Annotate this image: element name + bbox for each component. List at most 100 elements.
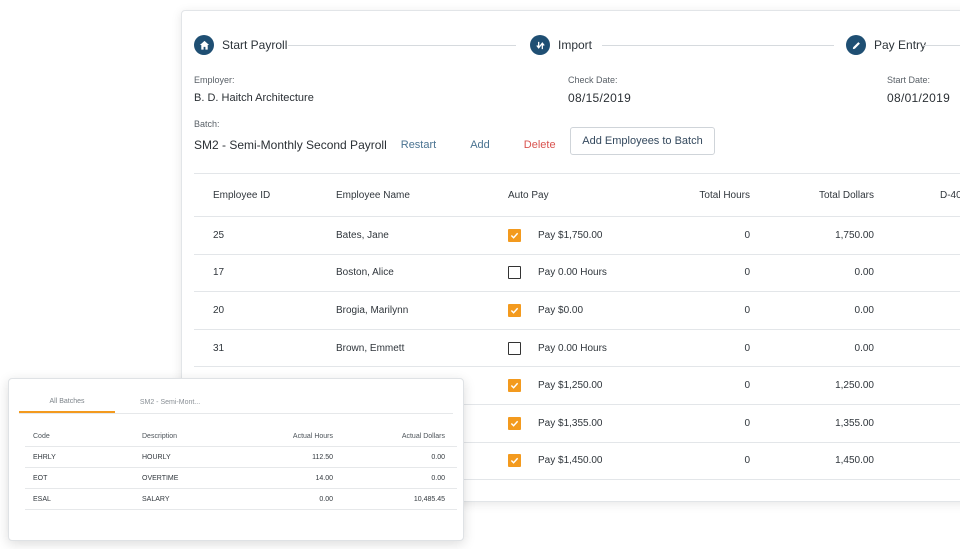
summary-tabs: All Batches SM2 - Semi-Mont... — [19, 391, 225, 413]
check-date-label: Check Date: — [568, 75, 618, 85]
check-icon — [510, 307, 519, 314]
auto-pay-checkbox[interactable] — [508, 416, 521, 430]
auto-pay-cell: Pay $1,355.00 — [508, 405, 603, 442]
delete-link[interactable]: Delete — [524, 139, 556, 151]
auto-pay-checkbox[interactable] — [508, 379, 521, 393]
auto-pay-cell: Pay $1,250.00 — [508, 367, 603, 404]
total-hours: 0 — [744, 304, 750, 316]
total-hours: 0 — [744, 417, 750, 429]
stepper-divider — [288, 45, 516, 46]
check-date-value: 08/15/2019 — [568, 91, 632, 105]
header-d40[interactable]: D-40 — [940, 174, 960, 216]
code-cell: EOT — [33, 474, 48, 482]
auto-pay-cell: Pay $1,750.00 — [508, 217, 603, 254]
step-label: Import — [558, 38, 593, 52]
batch-label: Batch: — [194, 119, 220, 129]
step-label: Pay Entry — [874, 38, 927, 52]
auto-pay-checkbox[interactable] — [508, 303, 521, 317]
tab-sm2[interactable]: SM2 - Semi-Mont... — [115, 391, 225, 413]
auto-pay-text: Pay $1,355.00 — [538, 417, 603, 429]
add-link[interactable]: Add — [470, 139, 490, 151]
code-cell: ESAL — [33, 495, 51, 503]
employee-id: 20 — [213, 304, 225, 316]
total-hours: 0 — [744, 342, 750, 354]
auto-pay-checkbox[interactable] — [508, 228, 521, 242]
header-description[interactable]: Description — [142, 426, 177, 446]
total-dollars: 1,450.00 — [835, 455, 874, 467]
add-employees-button[interactable]: Add Employees to Batch — [570, 127, 715, 155]
check-icon — [510, 458, 519, 465]
auto-pay-text: Pay $1,250.00 — [538, 380, 603, 392]
actual-hours-cell: 0.00 — [319, 495, 333, 503]
auto-pay-checkbox[interactable] — [508, 266, 521, 280]
employee-name: Boston, Alice — [336, 267, 394, 279]
auto-pay-cell: Pay $0.00 — [508, 292, 583, 329]
auto-pay-text: Pay $0.00 — [538, 304, 584, 316]
step-pay-entry[interactable]: Pay Entry — [846, 35, 926, 55]
header-total-dollars[interactable]: Total Dollars — [794, 174, 874, 216]
total-hours: 0 — [744, 229, 750, 241]
summary-header: Code Description Actual Hours Actual Dol… — [25, 426, 457, 447]
auto-pay-checkbox[interactable] — [508, 454, 521, 468]
employee-id: 31 — [213, 342, 225, 354]
table-row[interactable]: 20 Brogia, Marilynn Pay $0.00 0 0.00 — [194, 292, 960, 330]
employee-name: Brown, Emmett — [336, 342, 405, 354]
summary-row[interactable]: EOT OVERTIME 14.00 0.00 — [25, 468, 457, 489]
check-icon — [510, 420, 519, 427]
header-actual-hours[interactable]: Actual Hours — [265, 426, 333, 446]
summary-row[interactable]: ESAL SALARY 0.00 10,485.45 — [25, 489, 457, 510]
summary-row[interactable]: EHRLY HOURLY 112.50 0.00 — [25, 447, 457, 468]
auto-pay-cell: Pay 0.00 Hours — [508, 255, 607, 292]
total-dollars: 0.00 — [854, 342, 874, 354]
tabs-divider — [19, 413, 453, 414]
table-row[interactable]: 25 Bates, Jane Pay $1,750.00 0 1,750.00 — [194, 217, 960, 255]
start-date-label: Start Date: — [887, 75, 931, 85]
header-employee-name[interactable]: Employee Name — [336, 174, 410, 216]
actual-hours-cell: 112.50 — [312, 453, 333, 461]
table-row[interactable]: 17 Boston, Alice Pay 0.00 Hours 0 0.00 — [194, 255, 960, 293]
employee-id: 25 — [213, 229, 225, 241]
table-row[interactable]: 31 Brown, Emmett Pay 0.00 Hours 0 0.00 — [194, 330, 960, 368]
auto-pay-cell: Pay 0.00 Hours — [508, 330, 607, 367]
header-code[interactable]: Code — [33, 426, 50, 446]
auto-pay-text: Pay 0.00 Hours — [538, 342, 607, 354]
step-start-payroll[interactable]: Start Payroll — [194, 35, 287, 55]
total-hours: 0 — [744, 455, 750, 467]
header-auto-pay[interactable]: Auto Pay — [508, 174, 549, 216]
step-import[interactable]: Import — [530, 35, 592, 55]
pencil-icon — [846, 35, 866, 55]
total-dollars: 1,355.00 — [835, 417, 874, 429]
auto-pay-text: Pay $1,750.00 — [538, 229, 603, 241]
actual-dollars-cell: 0.00 — [431, 453, 445, 461]
header-employee-id[interactable]: Employee ID — [213, 174, 270, 216]
restart-link[interactable]: Restart — [401, 139, 436, 151]
summary-grid: Code Description Actual Hours Actual Dol… — [25, 426, 457, 510]
employer-value: B. D. Haitch Architecture — [194, 92, 314, 104]
auto-pay-checkbox[interactable] — [508, 341, 521, 355]
header-actual-dollars[interactable]: Actual Dollars — [365, 426, 445, 446]
header-total-hours[interactable]: Total Hours — [674, 174, 750, 216]
total-dollars: 0.00 — [854, 267, 874, 279]
import-icon — [530, 35, 550, 55]
batch-name: SM2 - Semi-Monthly Second Payroll — [194, 138, 387, 152]
stepper-divider — [602, 45, 834, 46]
actual-hours-cell: 14.00 — [315, 474, 333, 482]
employee-id: 17 — [213, 267, 225, 279]
code-cell: EHRLY — [33, 453, 56, 461]
total-dollars: 1,750.00 — [835, 229, 874, 241]
employer-label: Employer: — [194, 75, 235, 85]
check-icon — [510, 232, 519, 239]
description-cell: HOURLY — [142, 453, 171, 461]
batch-row: SM2 - Semi-Monthly Second Payroll Restar… — [194, 135, 590, 155]
grid-header: Employee ID Employee Name Auto Pay Total… — [194, 173, 960, 217]
step-label: Start Payroll — [222, 38, 288, 52]
actual-dollars-cell: 0.00 — [431, 474, 445, 482]
auto-pay-cell: Pay $1,450.00 — [508, 443, 603, 480]
tab-all-batches[interactable]: All Batches — [19, 391, 115, 413]
actual-dollars-cell: 10,485.45 — [413, 495, 445, 503]
home-icon — [194, 35, 214, 55]
stepper-divider — [924, 45, 960, 46]
total-hours: 0 — [744, 267, 750, 279]
auto-pay-text: Pay $1,450.00 — [538, 455, 603, 467]
employee-name: Brogia, Marilynn — [336, 304, 409, 316]
